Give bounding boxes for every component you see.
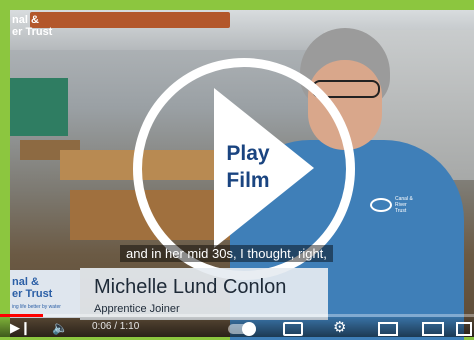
autoplay-toggle-icon[interactable]	[228, 322, 256, 336]
volume-icon[interactable]: 🔈	[52, 320, 68, 336]
next-icon[interactable]: ▶❙	[10, 320, 31, 336]
theater-icon[interactable]	[422, 322, 444, 336]
play-film-label[interactable]: Play Film	[212, 140, 284, 194]
scene-crane-beam	[30, 12, 230, 28]
shirt-logo-text: Canal & River Trust	[395, 196, 413, 214]
subtitle-caption: and in her mid 30s, I thought, right,	[120, 245, 333, 262]
brand-logo-top: nal & er Trust	[12, 14, 53, 38]
time-display: 0:06 / 1:10	[92, 321, 140, 332]
scene-green-door	[10, 78, 68, 136]
progress-bar-fill	[0, 314, 43, 317]
lower-third-brand-tagline: ing life better by water	[12, 304, 61, 310]
lower-third-brand: nal & er Trust	[12, 276, 53, 300]
shirt-logo-icon	[370, 198, 392, 212]
speaker-name: Michelle Lund Conlon	[94, 276, 287, 298]
fullscreen-icon[interactable]	[456, 322, 472, 336]
progress-bar[interactable]	[0, 314, 474, 317]
settings-icon[interactable]: ⚙	[333, 318, 346, 336]
subtitles-icon[interactable]	[283, 322, 303, 336]
miniplayer-icon[interactable]	[378, 322, 398, 336]
